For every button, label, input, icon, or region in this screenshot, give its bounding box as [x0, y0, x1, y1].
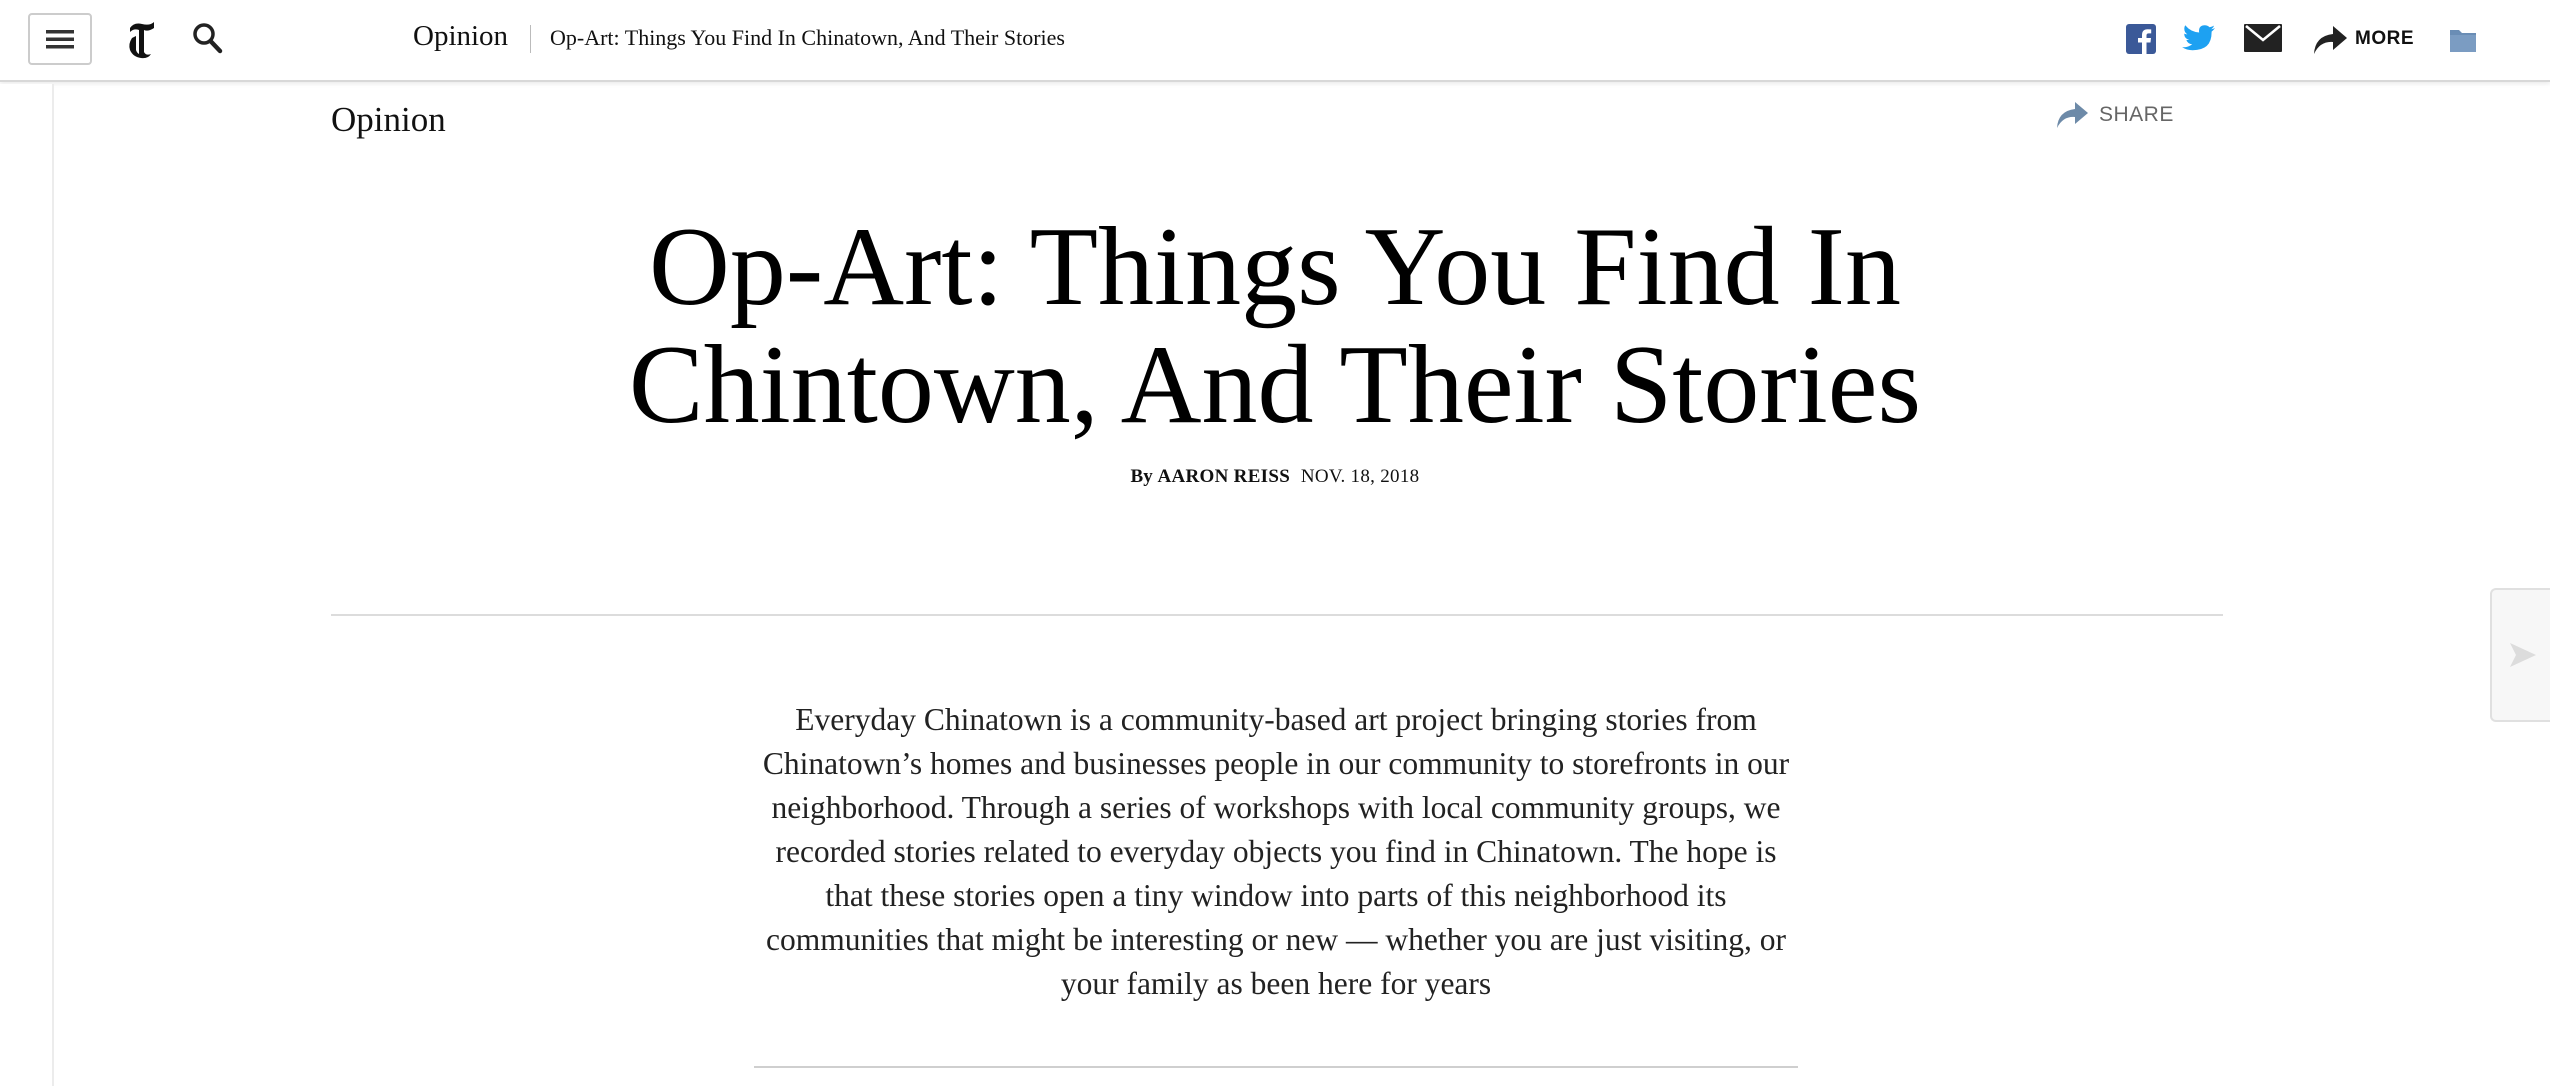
next-article-tab[interactable]	[2490, 588, 2550, 722]
menu-button[interactable]	[28, 13, 92, 65]
share-arrow-icon	[2057, 102, 2088, 128]
section-label[interactable]: Opinion	[331, 100, 446, 140]
topbar-section-link[interactable]: Opinion	[413, 20, 508, 53]
left-rail	[0, 84, 54, 1086]
divider	[754, 1066, 1798, 1068]
article-lede: Everyday Chinatown is a community-based …	[762, 702, 1790, 1001]
twitter-icon	[2182, 25, 2215, 51]
divider	[331, 614, 2223, 616]
search-icon	[193, 23, 223, 54]
topbar-divider	[530, 25, 531, 53]
top-nav-bar: Opinion Op-Art: Things You Find In China…	[0, 0, 2550, 82]
menu-icon	[46, 30, 74, 49]
facebook-icon	[2126, 24, 2156, 54]
more-share-button[interactable]	[2312, 24, 2348, 61]
email-share-button[interactable]	[2244, 24, 2282, 57]
twitter-share-button[interactable]	[2182, 24, 2216, 59]
play-arrow-icon	[2510, 643, 2536, 667]
share-label: SHARE	[2099, 103, 2174, 126]
byline: By AARON REISS NOV. 18, 2018	[560, 466, 1990, 488]
article-headline: Op-Art: Things You Find In Chintown, And…	[628, 205, 1922, 447]
mail-icon	[2244, 24, 2282, 52]
byline-date: NOV. 18, 2018	[1300, 466, 1420, 487]
search-button[interactable]	[192, 22, 224, 58]
byline-author-link[interactable]: AARON REISS	[1157, 466, 1290, 487]
byline-prefix: By	[1130, 466, 1153, 487]
topbar-article-title: Op-Art: Things You Find In Chinatown, An…	[550, 25, 1065, 50]
share-arrow-icon	[2314, 26, 2347, 54]
share-button[interactable]: SHARE	[2055, 100, 2174, 130]
more-label[interactable]: MORE	[2355, 28, 2414, 50]
nyt-logo-icon[interactable]	[124, 18, 158, 62]
save-folder-icon	[2450, 30, 2476, 52]
facebook-share-button[interactable]	[2126, 24, 2156, 59]
save-button[interactable]	[2448, 26, 2478, 59]
